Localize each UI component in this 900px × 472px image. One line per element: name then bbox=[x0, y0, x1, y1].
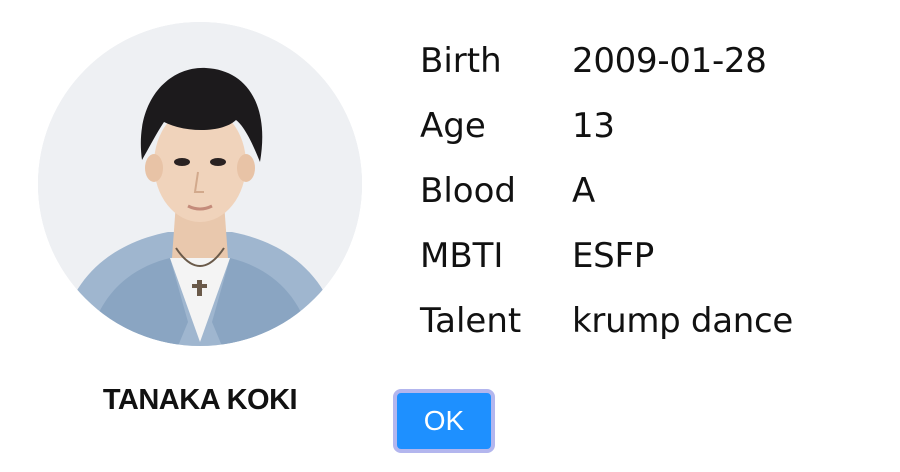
blood-label: Blood bbox=[420, 170, 516, 211]
info-row-age: Age 13 bbox=[420, 93, 793, 158]
profile-photo bbox=[38, 22, 362, 346]
mbti-label: MBTI bbox=[420, 235, 504, 276]
birth-label: Birth bbox=[420, 40, 502, 81]
info-row-mbti: MBTI ESFP bbox=[420, 223, 793, 288]
mbti-value: ESFP bbox=[572, 235, 654, 276]
age-value: 13 bbox=[572, 105, 615, 146]
profile-name: TANAKA KOKI bbox=[102, 384, 298, 416]
birth-value: 2009-01-28 bbox=[572, 40, 767, 81]
blood-value: A bbox=[572, 170, 595, 211]
talent-label: Talent bbox=[420, 300, 522, 341]
talent-value: krump dance bbox=[572, 300, 794, 341]
info-row-talent: Talent krump dance bbox=[420, 288, 793, 353]
profile-info-list: Birth 2009-01-28 Age 13 Blood A MBTI ESF… bbox=[420, 28, 793, 353]
age-label: Age bbox=[420, 105, 486, 146]
info-row-birth: Birth 2009-01-28 bbox=[420, 28, 793, 93]
info-row-blood: Blood A bbox=[420, 158, 793, 223]
profile-card: TANAKA KOKI Birth 2009-01-28 Age 13 Bloo… bbox=[0, 0, 900, 472]
ok-button[interactable]: OK bbox=[393, 389, 495, 453]
